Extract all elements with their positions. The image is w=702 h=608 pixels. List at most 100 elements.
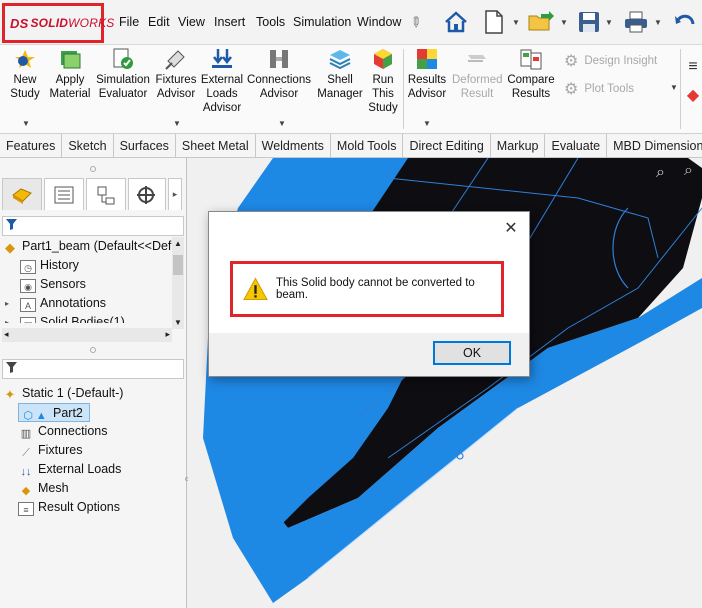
new-dropdown-icon[interactable]: ▼ [512,18,520,27]
static-study-icon: ✦ [4,387,16,402]
undo-icon[interactable] [672,6,698,38]
zoom-icon[interactable]: ⌕ [656,164,676,184]
study-filter-field[interactable] [2,359,184,379]
simulation-evaluator-button[interactable]: Simulation Evaluator [95,47,151,101]
tree-item-solid-bodies[interactable]: ▸ ▣Solid Bodies(1) [0,313,185,323]
ok-button[interactable]: OK [433,341,511,365]
scroll-up-icon[interactable]: ▲ [174,239,182,248]
results-dropdown-icon[interactable]: ▼ [423,119,431,128]
menu-view[interactable]: View [178,15,205,29]
feature-manager-tab-icon[interactable] [2,178,42,210]
shell-manager-button[interactable]: Shell Manager [316,47,364,101]
mesh-icon: ◆ [21,485,31,497]
fixtures-advisor-icon [164,47,188,71]
results-advisor-button[interactable]: Results Advisor [406,47,448,101]
shell-manager-icon [328,47,352,71]
scroll-left-icon[interactable]: ◂ [4,329,9,340]
tab-mold-tools[interactable]: Mold Tools [331,134,404,158]
fixtures-dropdown-icon[interactable]: ▼ [173,119,181,128]
dialog-footer: OK [209,333,529,376]
study-filter-icon [6,362,17,373]
menu-tools[interactable]: Tools [256,15,285,29]
save-dropdown-icon[interactable]: ▼ [605,18,613,27]
error-dialog: ✕ This Solid body cannot be converted to… [208,211,530,377]
tab-direct-editing[interactable]: Direct Editing [403,134,491,158]
expand-arrow-icon[interactable]: ▸ [5,313,9,323]
deformed-result-button[interactable]: Deformed Result [452,47,503,101]
save-icon[interactable] [576,6,602,38]
pin-icon[interactable]: ✎ [399,5,433,39]
run-study-button[interactable]: Run This Study [366,47,400,115]
menu-insert[interactable]: Insert [214,15,245,29]
view-search-icon[interactable]: ⌕ [684,162,702,182]
configuration-manager-tab-icon[interactable] [86,178,126,210]
warning-icon [243,277,268,301]
menu-file[interactable]: File [119,15,139,29]
expand-arrow-icon[interactable]: ▸ [5,294,9,313]
feature-filter-field[interactable] [2,216,184,236]
connections-dropdown-icon[interactable]: ▼ [278,119,286,128]
solidworks-logo[interactable]: DS SOLID WORKS [2,3,114,43]
feature-manager-tabs: ▸ [0,178,187,212]
design-insight-button[interactable]: ⚙ Design Insight [564,51,657,71]
connections-advisor-button[interactable]: Connections Advisor [246,47,312,101]
tree-root-static-study[interactable]: ✦ Static 1 (-Default-) [0,384,185,403]
results-advisor-icon [415,47,439,71]
solid-bodies-icon: ▣ [20,317,36,323]
print-dropdown-icon[interactable]: ▼ [654,18,662,27]
tab-sketch[interactable]: Sketch [62,134,114,158]
new-study-button[interactable]: New Study [6,47,44,101]
tree-item-annotations[interactable]: ▸ A Annotations [0,294,185,313]
feature-tree-horizontal-scrollbar[interactable]: ◂ ▸ [2,328,172,342]
tree-root-part[interactable]: ◆ Part1_beam (Default<<Def [0,237,185,256]
panel-grip[interactable] [90,166,96,172]
scroll-down-icon[interactable]: ▼ [174,318,182,327]
scroll-right-icon[interactable]: ▸ [165,329,170,340]
tab-surfaces[interactable]: Surfaces [114,134,176,158]
filter-icon [6,219,17,230]
tree-item-connections[interactable]: ▥ Connections [0,422,185,441]
ribbon-extra-icon[interactable]: ◆ [686,79,700,111]
external-loads-advisor-button[interactable]: External Loads Advisor [200,47,244,115]
plot-tools-button[interactable]: ⚙ Plot Tools [564,79,634,99]
scrollbar-thumb[interactable] [173,255,183,275]
dimxpert-tab-icon[interactable] [128,178,166,210]
ribbon-separator [680,49,681,129]
home-icon[interactable] [440,6,472,38]
feature-tree-vertical-scrollbar[interactable]: ▲ ▼ [172,237,184,329]
property-manager-tab-icon[interactable] [44,178,84,210]
tab-sheet-metal[interactable]: Sheet Metal [176,134,256,158]
tree-item-result-options[interactable]: ≡ Result Options [0,498,185,517]
panel-splitter-grip[interactable] [90,347,96,353]
print-icon[interactable] [622,6,650,38]
result-options-icon: ≡ [18,502,34,516]
run-study-icon [371,47,395,71]
tree-item-history[interactable]: ◷ History [0,256,185,275]
open-dropdown-icon[interactable]: ▼ [560,18,568,27]
tab-markup[interactable]: Markup [491,134,546,158]
new-document-icon[interactable] [482,6,506,38]
tab-mbd-dimensions[interactable]: MBD Dimensions [607,134,702,158]
menu-window[interactable]: Window [357,15,401,29]
tree-item-sensors[interactable]: ◉ Sensors [0,275,185,294]
plot-tools-dropdown-icon[interactable]: ▼ [670,83,678,92]
open-folder-icon[interactable] [526,6,556,38]
tree-item-part2[interactable]: ⬡ ▲ Part2 [18,403,90,422]
tab-evaluate[interactable]: Evaluate [545,134,608,158]
compare-results-button[interactable]: Compare Results [506,47,556,101]
tab-features[interactable]: Features [0,134,63,158]
fixtures-advisor-button[interactable]: Fixtures Advisor [154,47,198,101]
tree-item-mesh[interactable]: ◆ Mesh [0,479,185,498]
menu-edit[interactable]: Edit [148,15,170,29]
deformed-result-icon [465,47,489,71]
apply-material-button[interactable]: Apply Material [48,47,92,101]
external-loads-icon [210,47,234,71]
tab-weldments[interactable]: Weldments [256,134,331,158]
tree-item-external-loads[interactable]: ↓↓ External Loads [0,460,185,479]
tree-item-fixtures[interactable]: ⟋ Fixtures [0,441,185,460]
menu-simulation[interactable]: Simulation [293,15,351,29]
history-icon: ◷ [20,260,36,274]
new-study-dropdown-icon[interactable]: ▼ [22,119,30,128]
close-icon[interactable]: ✕ [503,218,519,238]
panel-tabs-scroll-icon[interactable]: ▸ [168,178,182,210]
